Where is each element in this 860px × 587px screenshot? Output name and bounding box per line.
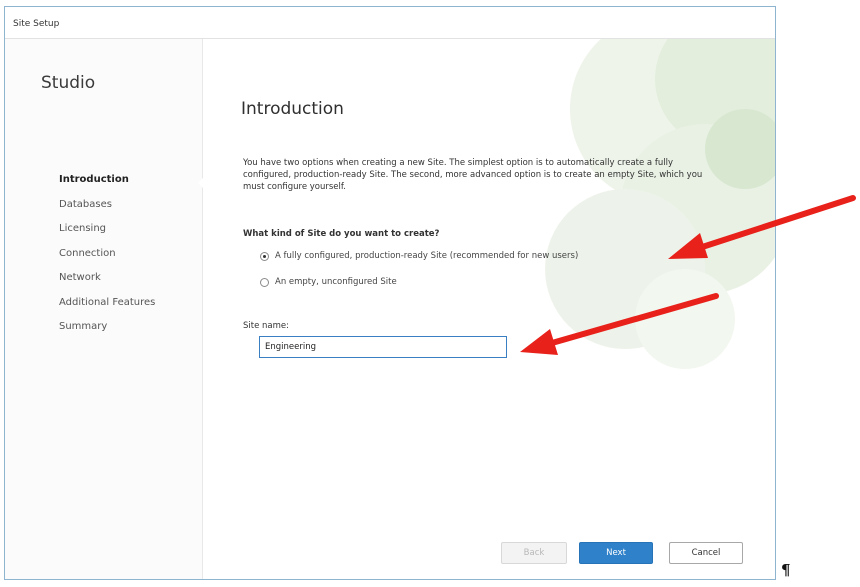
step-network[interactable]: Network bbox=[59, 272, 155, 297]
window-title: Site Setup bbox=[5, 7, 775, 39]
radio-selected-icon[interactable] bbox=[260, 251, 269, 261]
site-kind-question: What kind of Site do you want to create? bbox=[243, 229, 440, 239]
intro-text: You have two options when creating a new… bbox=[243, 158, 703, 192]
radio-unselected-icon[interactable] bbox=[260, 277, 269, 287]
site-name-input[interactable] bbox=[259, 336, 507, 358]
option-fully-configured[interactable]: A fully configured, production-ready Sit… bbox=[260, 251, 578, 261]
setup-steps: Introduction Databases Licensing Connect… bbox=[59, 174, 155, 346]
step-connection[interactable]: Connection bbox=[59, 248, 155, 273]
step-licensing[interactable]: Licensing bbox=[59, 223, 155, 248]
option-empty-site-label: An empty, unconfigured Site bbox=[275, 277, 397, 287]
main-content: Introduction You have two options when c… bbox=[203, 39, 775, 579]
sidebar-title: Studio bbox=[41, 73, 96, 93]
back-button[interactable]: Back bbox=[501, 542, 567, 564]
site-name-label: Site name: bbox=[243, 321, 289, 331]
cancel-button[interactable]: Cancel bbox=[669, 542, 743, 564]
page-title: Introduction bbox=[241, 99, 344, 119]
step-introduction[interactable]: Introduction bbox=[59, 174, 155, 199]
next-button[interactable]: Next bbox=[579, 542, 653, 564]
option-empty-site[interactable]: An empty, unconfigured Site bbox=[260, 277, 397, 287]
step-summary[interactable]: Summary bbox=[59, 321, 155, 346]
pilcrow-mark: ¶ bbox=[781, 561, 791, 579]
step-additional-features[interactable]: Additional Features bbox=[59, 297, 155, 322]
option-fully-configured-label: A fully configured, production-ready Sit… bbox=[275, 251, 579, 261]
site-setup-window: Site Setup Studio Introduction Databases… bbox=[4, 6, 776, 580]
step-databases[interactable]: Databases bbox=[59, 199, 155, 224]
